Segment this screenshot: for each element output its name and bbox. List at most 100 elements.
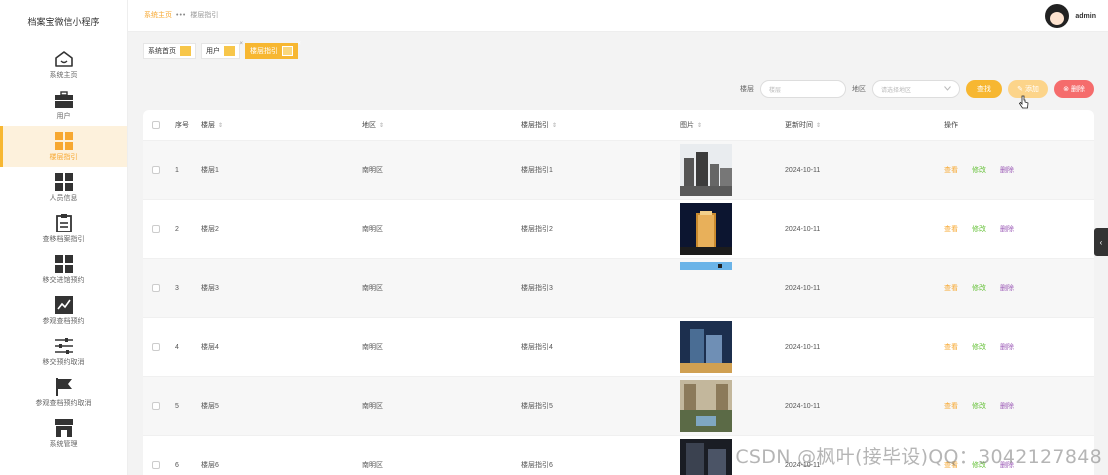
row-updated: 2024-10-11 bbox=[785, 166, 821, 174]
user-menu[interactable]: admin bbox=[1045, 4, 1096, 28]
table-header: 序号 楼层 ⇕ 地区 ⇕ 楼层指引 ⇕ 图片 ⇕ 更新时间 ⇕ 操作 bbox=[143, 110, 1094, 141]
row-checkbox[interactable] bbox=[152, 343, 160, 351]
col-guide[interactable]: 楼层指引 ⇕ bbox=[521, 120, 680, 130]
table-row: 5 楼层5 南明区 楼层指引5 2024-10-11 查看 修改 删除 bbox=[143, 377, 1094, 436]
row-guide: 楼层指引6 bbox=[521, 462, 553, 469]
col-region[interactable]: 地区 ⇕ bbox=[362, 120, 521, 130]
sidebar-item-home[interactable]: 系统主页 bbox=[0, 44, 127, 85]
edit-button[interactable]: 修改 bbox=[972, 165, 986, 175]
region-label: 地区 bbox=[852, 86, 866, 93]
sidebar-item-floor-guide[interactable]: 楼层指引 bbox=[0, 126, 127, 167]
tab-label: 用户 bbox=[206, 48, 220, 55]
col-floor[interactable]: 楼层 ⇕ bbox=[201, 120, 362, 130]
row-updated: 2024-10-11 bbox=[785, 402, 821, 410]
col-image[interactable]: 图片 ⇕ bbox=[680, 120, 785, 130]
delete-row-button[interactable]: 删除 bbox=[1000, 401, 1014, 411]
edit-button[interactable]: 修改 bbox=[972, 224, 986, 234]
sidebar-item-transfer-cancel[interactable]: 移交预约取消 bbox=[0, 331, 127, 372]
row-checkbox[interactable] bbox=[152, 225, 160, 233]
chevron-left-icon[interactable]: ‹ bbox=[1094, 228, 1108, 256]
app-title: 档案宝微信小程序 bbox=[27, 17, 100, 27]
region-select[interactable]: 请选择地区 bbox=[872, 80, 960, 98]
row-index: 1 bbox=[175, 166, 179, 174]
edit-button[interactable]: 修改 bbox=[972, 283, 986, 293]
sidebar-item-label: 参观查档预约取消 bbox=[35, 399, 92, 407]
row-index: 5 bbox=[175, 402, 179, 410]
sidebar: 档案宝微信小程序 系统主页 用户 楼层指引 人员信息 查移档案指引 移交进馆预约… bbox=[0, 0, 128, 475]
sidebar-item-transfer-booking[interactable]: 移交进馆预约 bbox=[0, 249, 127, 290]
briefcase-icon bbox=[54, 90, 74, 109]
view-button[interactable]: 查看 bbox=[944, 342, 958, 352]
row-region: 南明区 bbox=[362, 344, 383, 351]
delete-row-button[interactable]: 删除 bbox=[1000, 342, 1014, 352]
sidebar-item-personnel[interactable]: 人员信息 bbox=[0, 167, 127, 208]
chart-icon bbox=[54, 295, 74, 314]
delete-row-button[interactable]: 删除 bbox=[1000, 283, 1014, 293]
row-checkbox[interactable] bbox=[152, 284, 160, 292]
sidebar-item-label: 系统管理 bbox=[49, 440, 78, 448]
delete-row-button[interactable]: 删除 bbox=[1000, 165, 1014, 175]
row-image[interactable] bbox=[680, 321, 732, 373]
view-button[interactable]: 查看 bbox=[944, 224, 958, 234]
col-updated[interactable]: 更新时间 ⇕ bbox=[785, 120, 944, 130]
row-image[interactable] bbox=[680, 262, 732, 314]
row-checkbox[interactable] bbox=[152, 166, 160, 174]
row-image[interactable] bbox=[680, 144, 732, 196]
close-icon[interactable]: × bbox=[239, 41, 243, 47]
grid-icon bbox=[54, 172, 74, 191]
edit-button[interactable]: 修改 bbox=[972, 401, 986, 411]
row-region: 南明区 bbox=[362, 403, 383, 410]
table-row: 2 楼层2 南明区 楼层指引2 2024-10-11 查看 修改 删除 bbox=[143, 200, 1094, 259]
row-image[interactable] bbox=[680, 380, 732, 432]
sidebar-item-visit-booking[interactable]: 参观查档预约 bbox=[0, 290, 127, 331]
col-index: 序号 bbox=[175, 122, 189, 129]
row-region: 南明区 bbox=[362, 462, 383, 469]
tags-view: 系统首页 用户 × 楼层指引 × bbox=[143, 41, 301, 59]
tab-users[interactable]: 用户 × bbox=[201, 41, 243, 59]
grid-icon bbox=[54, 254, 74, 273]
sidebar-item-visit-cancel[interactable]: 参观查档预约取消 bbox=[0, 372, 127, 413]
sidebar-item-system[interactable]: 系统管理 bbox=[0, 413, 127, 454]
table-body: 1 楼层1 南明区 楼层指引1 2024-10-11 查看 修改 删除 2 楼层… bbox=[143, 141, 1094, 475]
select-all-checkbox[interactable] bbox=[152, 121, 160, 129]
floor-search-input[interactable]: 楼层 bbox=[760, 80, 846, 98]
delete-button[interactable]: ⊗ 删除 bbox=[1054, 80, 1094, 98]
view-button[interactable]: 查看 bbox=[944, 401, 958, 411]
edit-button[interactable]: 修改 bbox=[972, 342, 986, 352]
sidebar-item-label: 参观查档预约 bbox=[42, 317, 85, 325]
row-checkbox[interactable] bbox=[152, 461, 160, 469]
region-placeholder: 请选择地区 bbox=[881, 87, 912, 94]
sort-icon: ⇕ bbox=[218, 123, 224, 129]
sidebar-item-archive-guide[interactable]: 查移档案指引 bbox=[0, 208, 127, 249]
row-image[interactable] bbox=[680, 203, 732, 255]
row-index: 4 bbox=[175, 343, 179, 351]
tab-floor-guide[interactable]: 楼层指引 × bbox=[245, 41, 301, 59]
clipboard-icon bbox=[54, 213, 74, 232]
sidebar-item-label: 移交进馆预约 bbox=[42, 276, 85, 284]
sort-icon: ⇕ bbox=[379, 123, 385, 129]
close-icon[interactable]: × bbox=[297, 41, 301, 47]
sidebar-item-users[interactable]: 用户 bbox=[0, 85, 127, 126]
row-guide: 楼层指引1 bbox=[521, 167, 553, 174]
sidebar-item-label: 查移档案指引 bbox=[42, 235, 85, 243]
table-row: 1 楼层1 南明区 楼层指引1 2024-10-11 查看 修改 删除 bbox=[143, 141, 1094, 200]
top-bar: 系统主页 ••• 楼层指引 admin bbox=[128, 0, 1108, 32]
row-floor: 楼层4 bbox=[201, 344, 219, 351]
breadcrumb-home[interactable]: 系统主页 bbox=[144, 10, 172, 20]
view-button[interactable]: 查看 bbox=[944, 283, 958, 293]
breadcrumb: 系统主页 ••• 楼层指引 bbox=[144, 10, 218, 20]
tab-label: 系统首页 bbox=[148, 48, 176, 55]
home-icon bbox=[54, 50, 74, 68]
row-index: 3 bbox=[175, 284, 179, 292]
sidebar-item-label: 楼层指引 bbox=[49, 153, 78, 161]
tab-home[interactable]: 系统首页 bbox=[143, 43, 196, 59]
find-button[interactable]: 查找 bbox=[966, 80, 1002, 98]
row-checkbox[interactable] bbox=[152, 402, 160, 410]
row-floor: 楼层1 bbox=[201, 167, 219, 174]
delete-row-button[interactable]: 删除 bbox=[1000, 224, 1014, 234]
row-index: 6 bbox=[175, 461, 179, 469]
row-image[interactable] bbox=[680, 439, 732, 475]
view-button[interactable]: 查看 bbox=[944, 165, 958, 175]
data-table: 序号 楼层 ⇕ 地区 ⇕ 楼层指引 ⇕ 图片 ⇕ 更新时间 ⇕ 操作 1 楼层1 南明区 … bbox=[143, 110, 1094, 475]
floor-placeholder: 楼层 bbox=[769, 87, 782, 94]
